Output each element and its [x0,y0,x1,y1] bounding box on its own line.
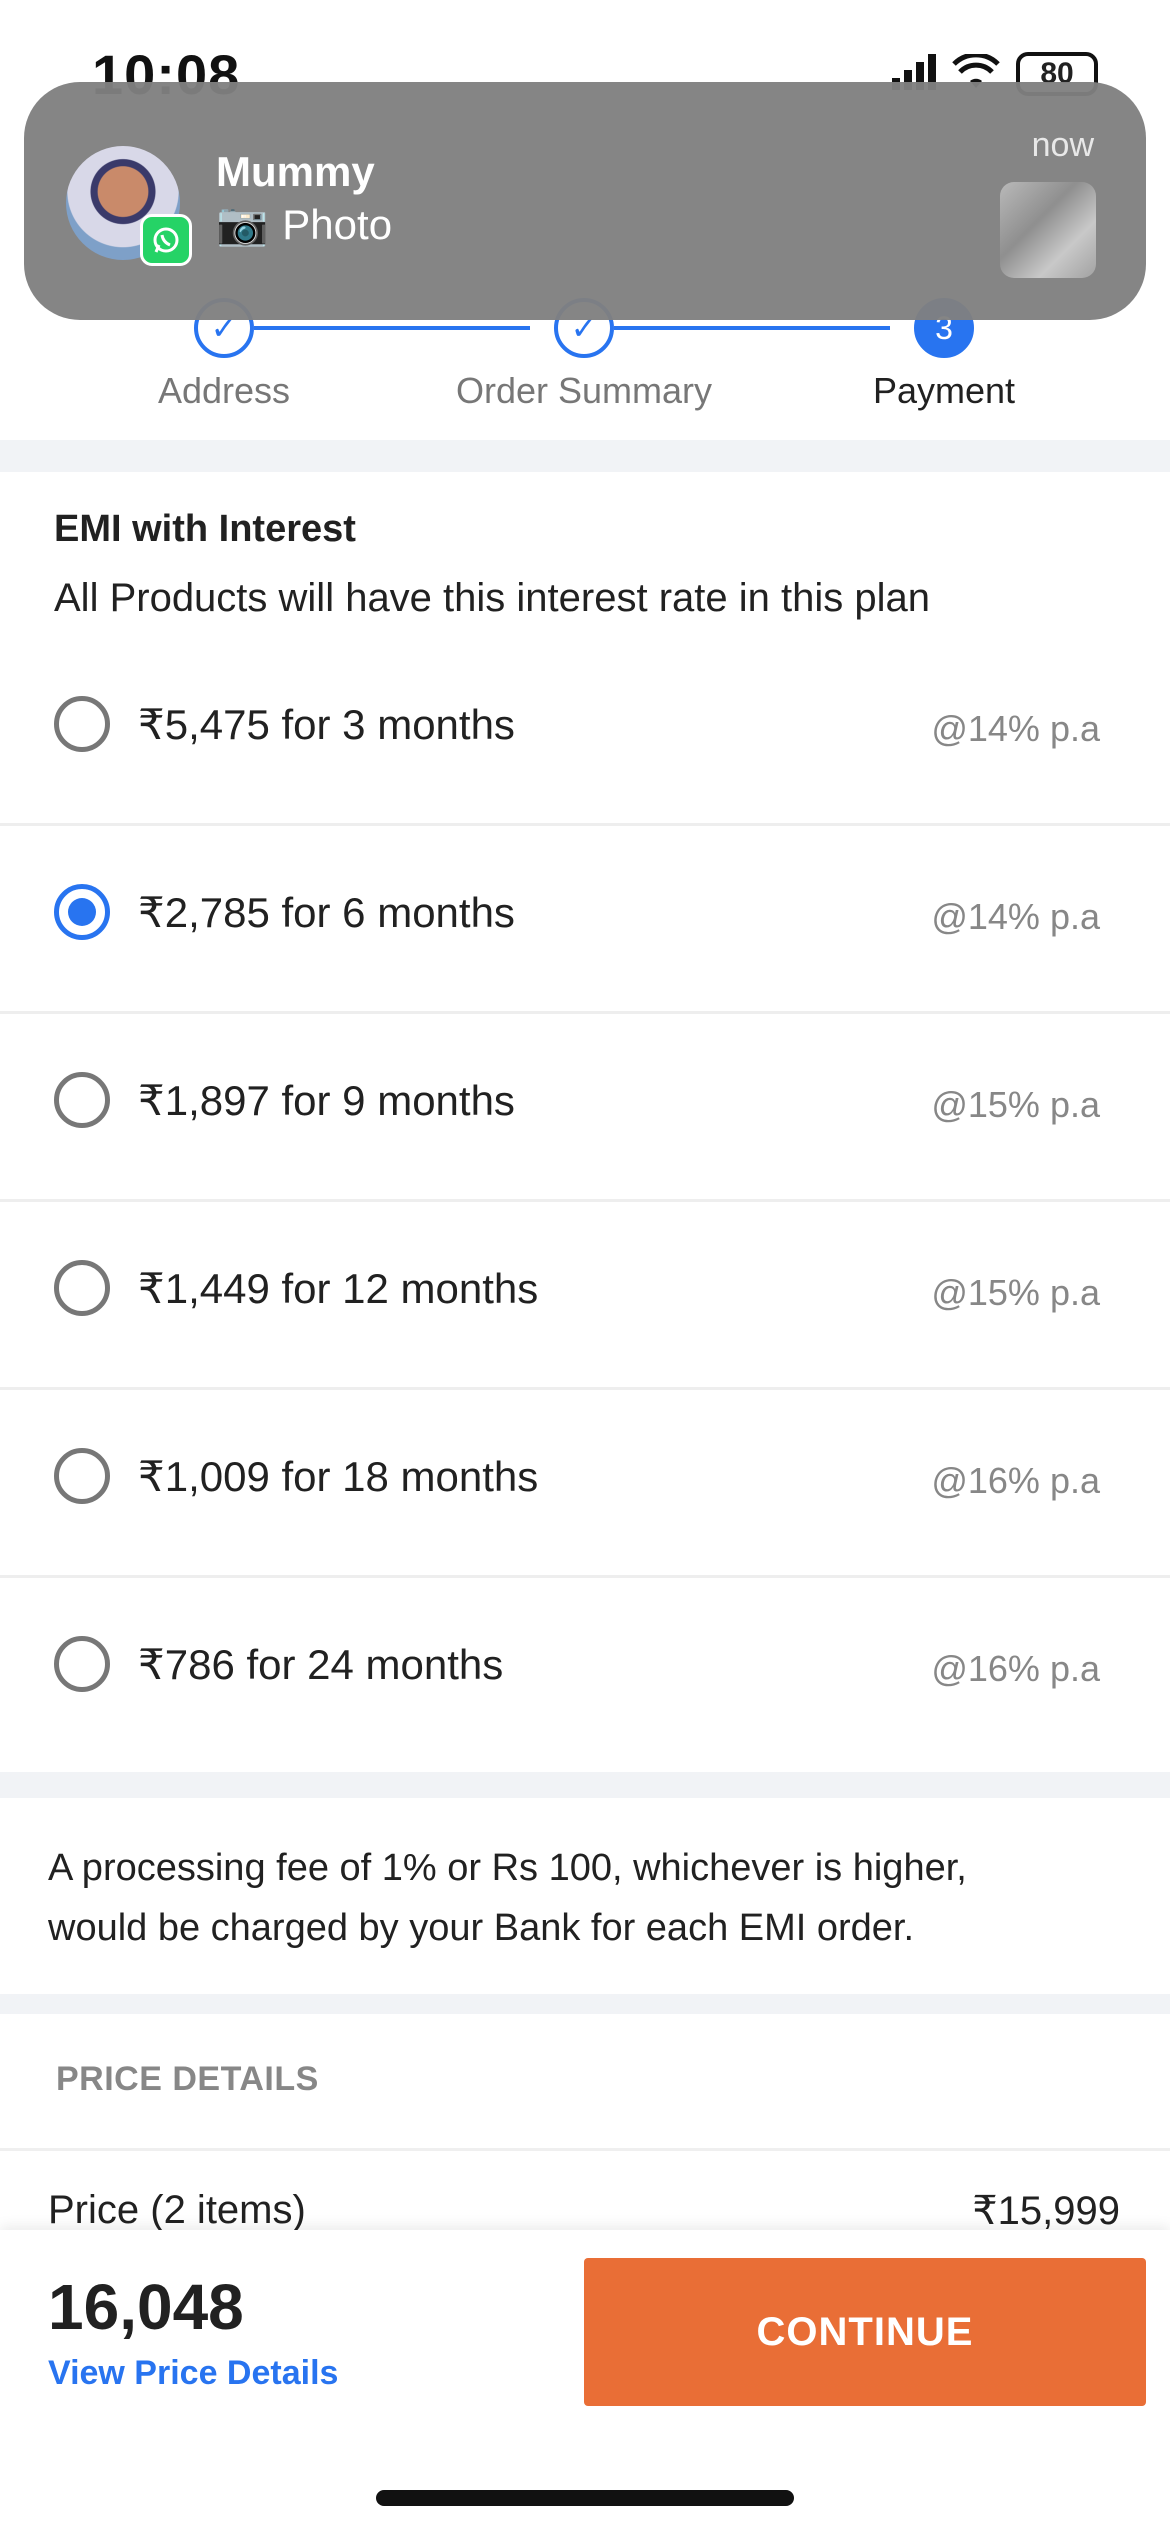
price-row-value: ₹15,999 [972,2189,1120,2233]
radio-button[interactable] [54,1448,110,1504]
emi-title: EMI with Interest [54,508,356,550]
emi-option[interactable]: ₹1,449 for 12 months @15% p.a [0,1202,1170,1390]
emi-interest-rate: @14% p.a [931,708,1100,749]
emi-option-label: ₹1,897 for 9 months [138,1077,515,1124]
emi-plan-section: EMI with Interest All Products will have… [0,472,1170,1772]
stepper-connector [614,326,890,330]
continue-button[interactable]: CONTINUE [584,2258,1146,2406]
price-row-label: Price (2 items) [48,2188,306,2232]
emi-interest-rate: @16% p.a [931,1648,1100,1689]
whatsapp-notification[interactable]: Mummy 📷 Photo now [24,82,1146,320]
radio-button[interactable] [54,1260,110,1316]
emi-option-label: ₹2,785 for 6 months [138,889,515,936]
bottom-bar: 16,048 View Price Details CONTINUE [0,2230,1170,2532]
emi-subtitle: All Products will have this interest rat… [54,576,930,620]
emi-option-selected[interactable]: ₹2,785 for 6 months @14% p.a [0,826,1170,1014]
view-price-details-link[interactable]: View Price Details [48,2354,338,2393]
notification-message-text: Photo [282,200,393,248]
step-payment-label: Payment [872,370,1016,411]
radio-button-selected[interactable] [54,884,110,940]
processing-fee-line: A processing fee of 1% or Rs 100, whiche… [48,1847,967,1889]
emi-option-label: ₹1,449 for 12 months [138,1265,539,1312]
emi-option-label: ₹5,475 for 3 months [138,701,515,748]
emi-option[interactable]: ₹786 for 24 months @16% p.a [0,1578,1170,1766]
emi-interest-rate: @14% p.a [931,896,1100,937]
home-indicator[interactable] [376,2490,794,2506]
radio-button[interactable] [54,1636,110,1692]
emi-interest-rate: @16% p.a [931,1460,1100,1501]
emi-option[interactable]: ₹1,009 for 18 months @16% p.a [0,1390,1170,1578]
emi-interest-rate: @15% p.a [931,1084,1100,1125]
emi-option[interactable]: ₹5,475 for 3 months @14% p.a [0,638,1170,826]
radio-button[interactable] [54,1072,110,1128]
emi-option[interactable]: ₹1,897 for 9 months @15% p.a [0,1014,1170,1202]
emi-option-label: ₹1,009 for 18 months [138,1453,539,1500]
radio-button[interactable] [54,696,110,752]
total-amount: 16,048 [48,2271,244,2343]
camera-icon: 📷 [216,200,269,247]
processing-fee-note: A processing fee of 1% or Rs 100, whiche… [0,1798,1170,1994]
emi-option-label: ₹786 for 24 months [138,1641,504,1688]
notification-message: 📷 Photo [216,200,392,249]
stepper-connector [254,326,530,330]
notification-sender: Mummy [216,148,375,195]
processing-fee-line: would be charged by your Bank for each E… [48,1907,915,1949]
price-details-section: PRICE DETAILS Price (2 items) ₹15,999 [0,2014,1170,2264]
step-address-label: Address [157,370,291,411]
price-details-header: PRICE DETAILS [56,2060,319,2098]
emi-interest-rate: @15% p.a [931,1272,1100,1313]
notification-time: now [1031,126,1094,164]
photo-thumbnail [1000,182,1096,278]
step-order-summary-label: Order Summary [455,370,713,411]
whatsapp-icon [140,214,192,266]
divider [0,2148,1170,2151]
